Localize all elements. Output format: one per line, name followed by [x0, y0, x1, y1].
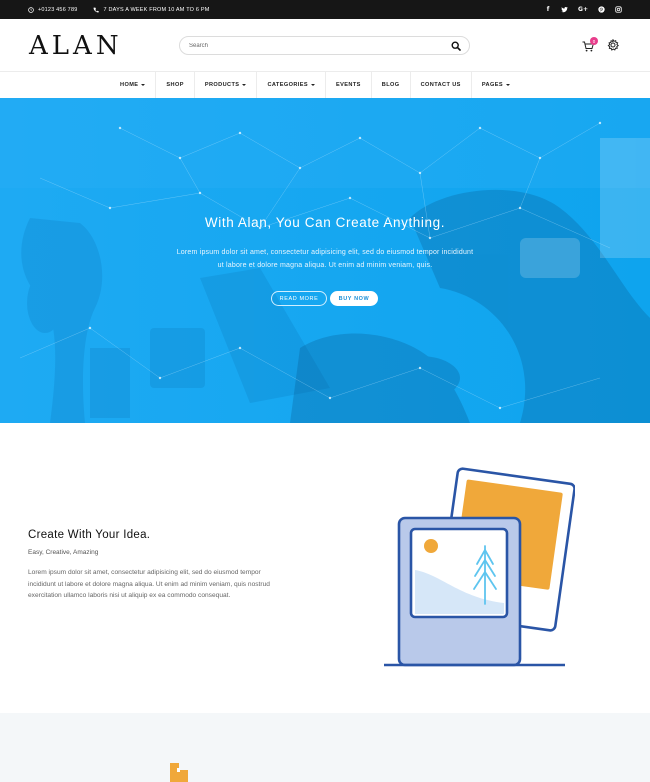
- feature-subtitle: Easy, Creative, Amazing: [28, 549, 99, 556]
- opening-hours: 7 DAYS A WEEK FROM 10 AM TO 6 PM: [103, 6, 210, 13]
- nav-item-blog[interactable]: BLOG: [372, 72, 411, 98]
- search-bar[interactable]: [179, 36, 470, 55]
- caret-down-icon: [311, 84, 316, 86]
- nav-item-home[interactable]: HOME: [110, 72, 157, 98]
- gear-icon[interactable]: [607, 39, 619, 51]
- hero-title: With Alan, You Can Create Anything.: [204, 215, 446, 230]
- instagram-icon[interactable]: [615, 6, 622, 13]
- building-blocks-icon: [170, 763, 188, 782]
- facebook-icon[interactable]: f: [545, 6, 551, 13]
- feature-description: Lorem ipsum dolor sit amet, consectetur …: [28, 569, 270, 599]
- nav-item-pages[interactable]: PAGES: [472, 72, 520, 98]
- top-bar: +0123 456 789 7 DAYS A WEEK FROM 10 AM T…: [0, 0, 650, 19]
- read-more-button[interactable]: READ MORE: [271, 291, 327, 306]
- hero-banner: With Alan, You Can Create Anything. Lore…: [0, 98, 650, 423]
- search-icon[interactable]: [451, 41, 461, 51]
- twitter-icon[interactable]: [561, 6, 568, 13]
- caret-down-icon: [141, 84, 146, 86]
- pinterest-icon[interactable]: [598, 6, 605, 13]
- nav-item-contact-us[interactable]: CONTACT US: [411, 72, 472, 98]
- cart-count-badge: 0: [590, 37, 598, 45]
- next-section-band: [0, 713, 650, 782]
- photo-frames-illustration: [384, 467, 575, 667]
- search-input[interactable]: [189, 39, 439, 53]
- buy-now-button[interactable]: BUY NOW: [330, 291, 378, 306]
- main-navigation: HOME SHOP PRODUCTS CATEGORIES EVENTS BLO…: [0, 71, 650, 98]
- nav-item-categories[interactable]: CATEGORIES: [257, 72, 327, 98]
- phone-icon: [28, 6, 34, 13]
- feature-title: Create With Your Idea.: [28, 529, 151, 541]
- phone-number: +0123 456 789: [38, 6, 78, 13]
- caret-down-icon: [242, 84, 247, 86]
- social-links: f G+: [545, 0, 622, 19]
- nav-item-products[interactable]: PRODUCTS: [195, 72, 258, 98]
- contact-info: +0123 456 789 7 DAYS A WEEK FROM 10 AM T…: [28, 0, 210, 19]
- nav-item-shop[interactable]: SHOP: [156, 72, 195, 98]
- nav-item-events[interactable]: EVENTS: [326, 72, 372, 98]
- call-icon: [94, 7, 100, 12]
- hero-description: Lorem ipsum dolor sit amet, consectetur …: [176, 249, 474, 269]
- google-plus-icon[interactable]: G+: [578, 6, 588, 13]
- site-logo[interactable]: ALAN: [29, 31, 123, 61]
- site-header: ALAN 0: [0, 19, 650, 71]
- caret-down-icon: [506, 84, 510, 86]
